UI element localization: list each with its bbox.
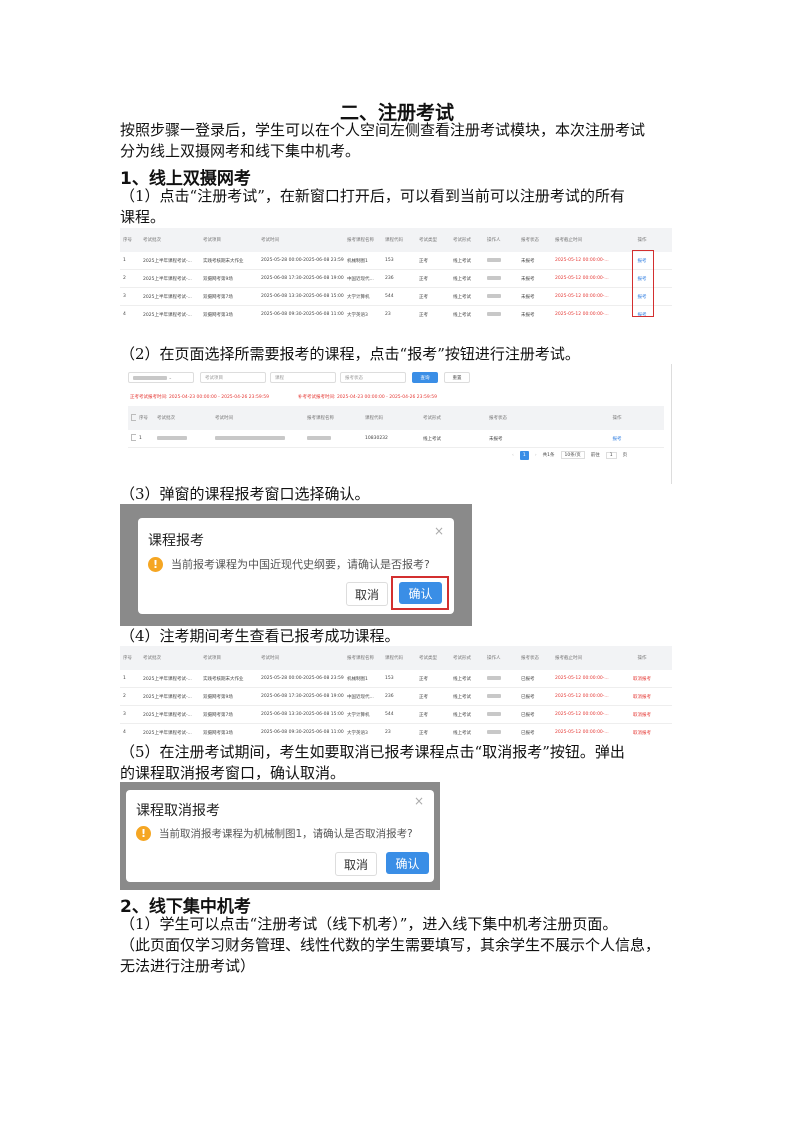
table-row: 4 2025上半年课程考试-... 双摄网考第3场 2025-06-08 09:30-… (120, 305, 672, 320)
online-step1: （1）点击“注册考试”，在新窗口打开后，可以看到当前可以注册考试的所有 课程。 (120, 187, 625, 226)
online-step3: （3）弹窗的课程报考窗口选择确认。 (120, 485, 370, 503)
cancel-register-link[interactable]: 取消报考 (612, 723, 672, 740)
table-row: 3 2025上半年课程考试-... 双摄网考第7场 2025-06-08 13:30-… (120, 705, 672, 724)
goto-page-input[interactable]: 1 (605, 451, 617, 459)
pagination: ‹ 1 › 共1条 10条/页 前往 1 页 (512, 450, 628, 460)
close-icon[interactable]: × (414, 794, 424, 808)
course-list: 序号 考试批次 考试时间 报考课程名称 课程代码 考试形式 报考状态 操作 1 … (128, 406, 664, 448)
blurred-operator (487, 275, 501, 280)
intro-paragraph: 按照步骤一登录后，学生可以在个人空间左侧查看注册考试模块，本次注册考试 分为线上… (120, 121, 646, 160)
cancel-register-link[interactable]: 取消报考 (612, 687, 672, 706)
modal-message: 当前报考课程为中国近现代史纲要，请确认是否报考? (171, 558, 430, 571)
project-select[interactable]: 考试项目 (200, 372, 266, 383)
table-row: 4 2025上半年课程考试-... 双摄网考第3场 2025-06-08 09:30-… (120, 723, 672, 740)
batch-select[interactable]: ⌄ (128, 372, 194, 383)
registered-table-screenshot: 序号 考试批次 考试项目 考试时间 报考课程名称 课程代码 考试类型 考试形式 操作人 报考状态报… (120, 646, 672, 740)
cancel-register-link[interactable]: 取消报考 (612, 705, 672, 724)
register-modal-screenshot: 课程报考 × ! 当前报考课程为中国近现代史纲要，请确认是否报考? 取消 确认 (120, 504, 472, 626)
row-checkbox[interactable] (131, 434, 136, 441)
next-page-icon[interactable]: › (535, 453, 537, 458)
select-all-checkbox[interactable] (131, 413, 136, 421)
makeup-exam-period: 补考考试报考时间: 2025-04-23 00:00:00 - 2025-04-… (298, 395, 438, 400)
register-modal: 课程报考 × ! 当前报考课程为中国近现代史纲要，请确认是否报考? 取消 确认 (138, 518, 454, 614)
confirm-button[interactable]: 确认 (399, 582, 442, 604)
table-row: 1 2025上半年课程考试-... 实践考核期末大作业 2025-05-28 00:0… (120, 252, 672, 270)
close-icon[interactable]: × (434, 524, 444, 538)
blurred-operator (487, 311, 501, 316)
table-row: 3 2025上半年课程考试-... 双摄网考第7场 2025-06-08 13:30-… (120, 287, 672, 306)
online-step5: （5）在注册考试期间，考生如要取消已报考课程点击“取消报考”按钮。弹出 的课程取… (120, 743, 625, 782)
cancel-modal: 课程取消报考 × ! 当前取消报考课程为机械制图1，请确认是否取消报考? 取消 … (126, 790, 434, 882)
course-filter-screenshot: ⌄ 考试项目 课程 报考状态 查询 重置 正考考试报考时间: 2025-04-2… (120, 364, 672, 484)
table-row: 1 10830232 线上考试 未报考 报考 (128, 430, 664, 448)
blurred-operator (487, 729, 501, 734)
table-row: 2 2025上半年课程考试-... 双摄网考第9场 2025-06-08 17:30-… (120, 269, 672, 288)
cancel-modal-screenshot: 课程取消报考 × ! 当前取消报考课程为机械制图1，请确认是否取消报考? 取消 … (120, 782, 440, 890)
blurred-operator (487, 293, 501, 298)
online-step4: （4）注考期间考生查看已报考成功课程。 (120, 627, 400, 645)
highlight-box (632, 250, 654, 317)
cancel-button[interactable]: 取消 (346, 582, 388, 606)
cancel-register-link[interactable]: 取消报考 (612, 670, 672, 688)
reset-button[interactable]: 重置 (444, 372, 470, 383)
register-link[interactable]: 报考 (570, 430, 664, 448)
warning-icon: ! (136, 826, 151, 841)
status-select[interactable]: 报考状态 (340, 372, 406, 383)
warning-icon: ! (148, 556, 163, 572)
course-table-screenshot: 序号 考试批次 考试项目 考试时间 报考课程名称 课程代码 考试类型 考试形式 操作人 报考状态报… (120, 228, 672, 320)
regular-exam-period: 正考考试报考时间: 2025-04-23 00:00:00 - 2025-04-… (130, 395, 270, 400)
prev-page-icon[interactable]: ‹ (512, 453, 514, 458)
blurred-operator (487, 257, 501, 262)
search-button[interactable]: 查询 (412, 372, 438, 383)
page-size-select[interactable]: 10条/页 (560, 451, 585, 459)
confirm-cancel-button[interactable]: 确认 (386, 852, 429, 874)
modal-message: 当前取消报考课程为机械制图1，请确认是否取消报考? (159, 828, 413, 840)
course-select[interactable]: 课程 (270, 372, 336, 383)
course-table: 序号 考试批次 考试项目 考试时间 报考课程名称 课程代码 考试类型 考试形式 操作人 报考状态报… (120, 228, 672, 320)
modal-title: 课程报考 (148, 533, 204, 549)
table-row: 1 2025上半年课程考试-... 实践考核期末大作业 2025-05-28 00:0… (120, 670, 672, 688)
modal-title: 课程取消报考 (136, 803, 220, 819)
blurred-operator (487, 693, 501, 698)
online-step2: （2）在页面选择所需要报考的课程，点击“报考”按钮进行注册考试。 (120, 345, 580, 363)
table-row: 2 2025上半年课程考试-... 双摄网考第9场 2025-06-08 17:30-… (120, 687, 672, 706)
registered-table: 序号 考试批次 考试项目 考试时间 报考课程名称 课程代码 考试类型 考试形式 操作人 报考状态报… (120, 646, 672, 740)
blurred-operator (487, 675, 501, 680)
cancel-button[interactable]: 取消 (335, 852, 377, 876)
page-number[interactable]: 1 (519, 450, 529, 460)
offline-step1: （1）学生可以点击“注册考试（线下机考）”，进入线下集中机考注册页面。 （此页面… (120, 915, 661, 975)
blurred-operator (487, 711, 501, 716)
